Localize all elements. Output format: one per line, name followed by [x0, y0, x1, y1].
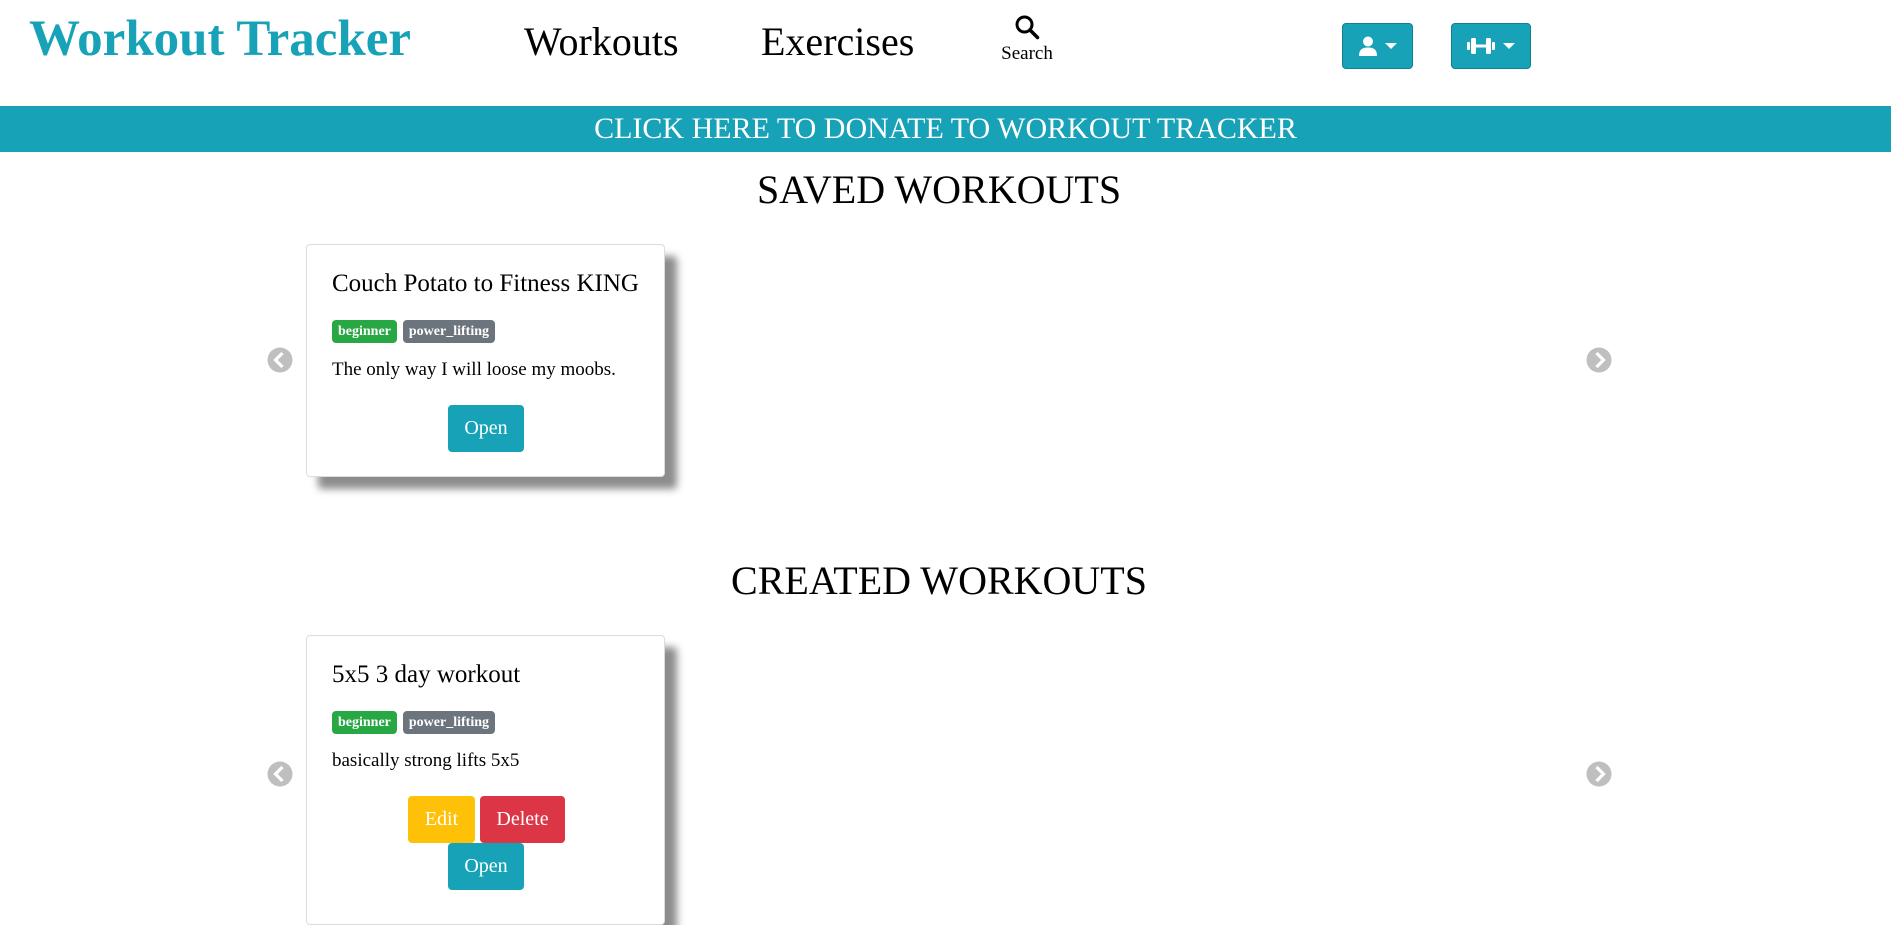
workout-card-description: basically strong lifts 5x5 — [332, 750, 520, 771]
tag-badge: power_lifting — [402, 320, 495, 343]
edit-button[interactable]: Edit — [408, 796, 475, 843]
chevron-down-icon — [1503, 43, 1515, 49]
carousel-prev-icon[interactable] — [267, 347, 293, 373]
created-workouts-heading: CREATED WORKOUTS — [731, 558, 1147, 603]
search-label: Search — [1001, 43, 1053, 64]
workout-card-title: Couch Potato to Fitness KING — [332, 270, 639, 297]
dumbbell-icon — [1467, 38, 1495, 54]
user-menu-button[interactable] — [1342, 23, 1413, 69]
search-icon — [1015, 15, 1040, 40]
carousel-next-icon[interactable] — [1586, 347, 1612, 373]
workout-card-title: 5x5 3 day workout — [332, 661, 521, 688]
search-link[interactable]: Search — [994, 14, 1060, 65]
tag-list: beginner power_lifting — [332, 711, 495, 734]
carousel-prev-icon[interactable] — [267, 761, 293, 787]
workout-card-description: The only way I will loose my moobs. — [332, 359, 616, 380]
delete-button[interactable]: Delete — [480, 796, 565, 843]
tag-badge: power_lifting — [402, 711, 495, 734]
top-navbar: Workout Tracker Workouts Exercises Searc… — [0, 0, 1891, 106]
donate-banner[interactable]: CLICK HERE TO DONATE TO WORKOUT TRACKER — [0, 106, 1891, 152]
workout-card: 5x5 3 day workout beginner power_lifting… — [306, 635, 665, 925]
tag-badge: beginner — [332, 320, 397, 343]
chevron-down-icon — [1384, 43, 1397, 49]
user-icon — [1358, 36, 1377, 56]
saved-workouts-heading: SAVED WORKOUTS — [756, 167, 1122, 212]
tag-list: beginner power_lifting — [332, 320, 495, 343]
tag-badge: beginner — [332, 711, 397, 734]
open-button[interactable]: Open — [448, 405, 524, 452]
brand-logo[interactable]: Workout Tracker — [29, 10, 411, 68]
nav-exercises[interactable]: Exercises — [761, 18, 914, 65]
carousel-next-icon[interactable] — [1586, 761, 1612, 787]
workout-menu-button[interactable] — [1451, 23, 1531, 69]
workout-card: Couch Potato to Fitness KING beginner po… — [306, 244, 665, 477]
nav-workouts[interactable]: Workouts — [524, 18, 679, 65]
open-button[interactable]: Open — [448, 843, 524, 890]
